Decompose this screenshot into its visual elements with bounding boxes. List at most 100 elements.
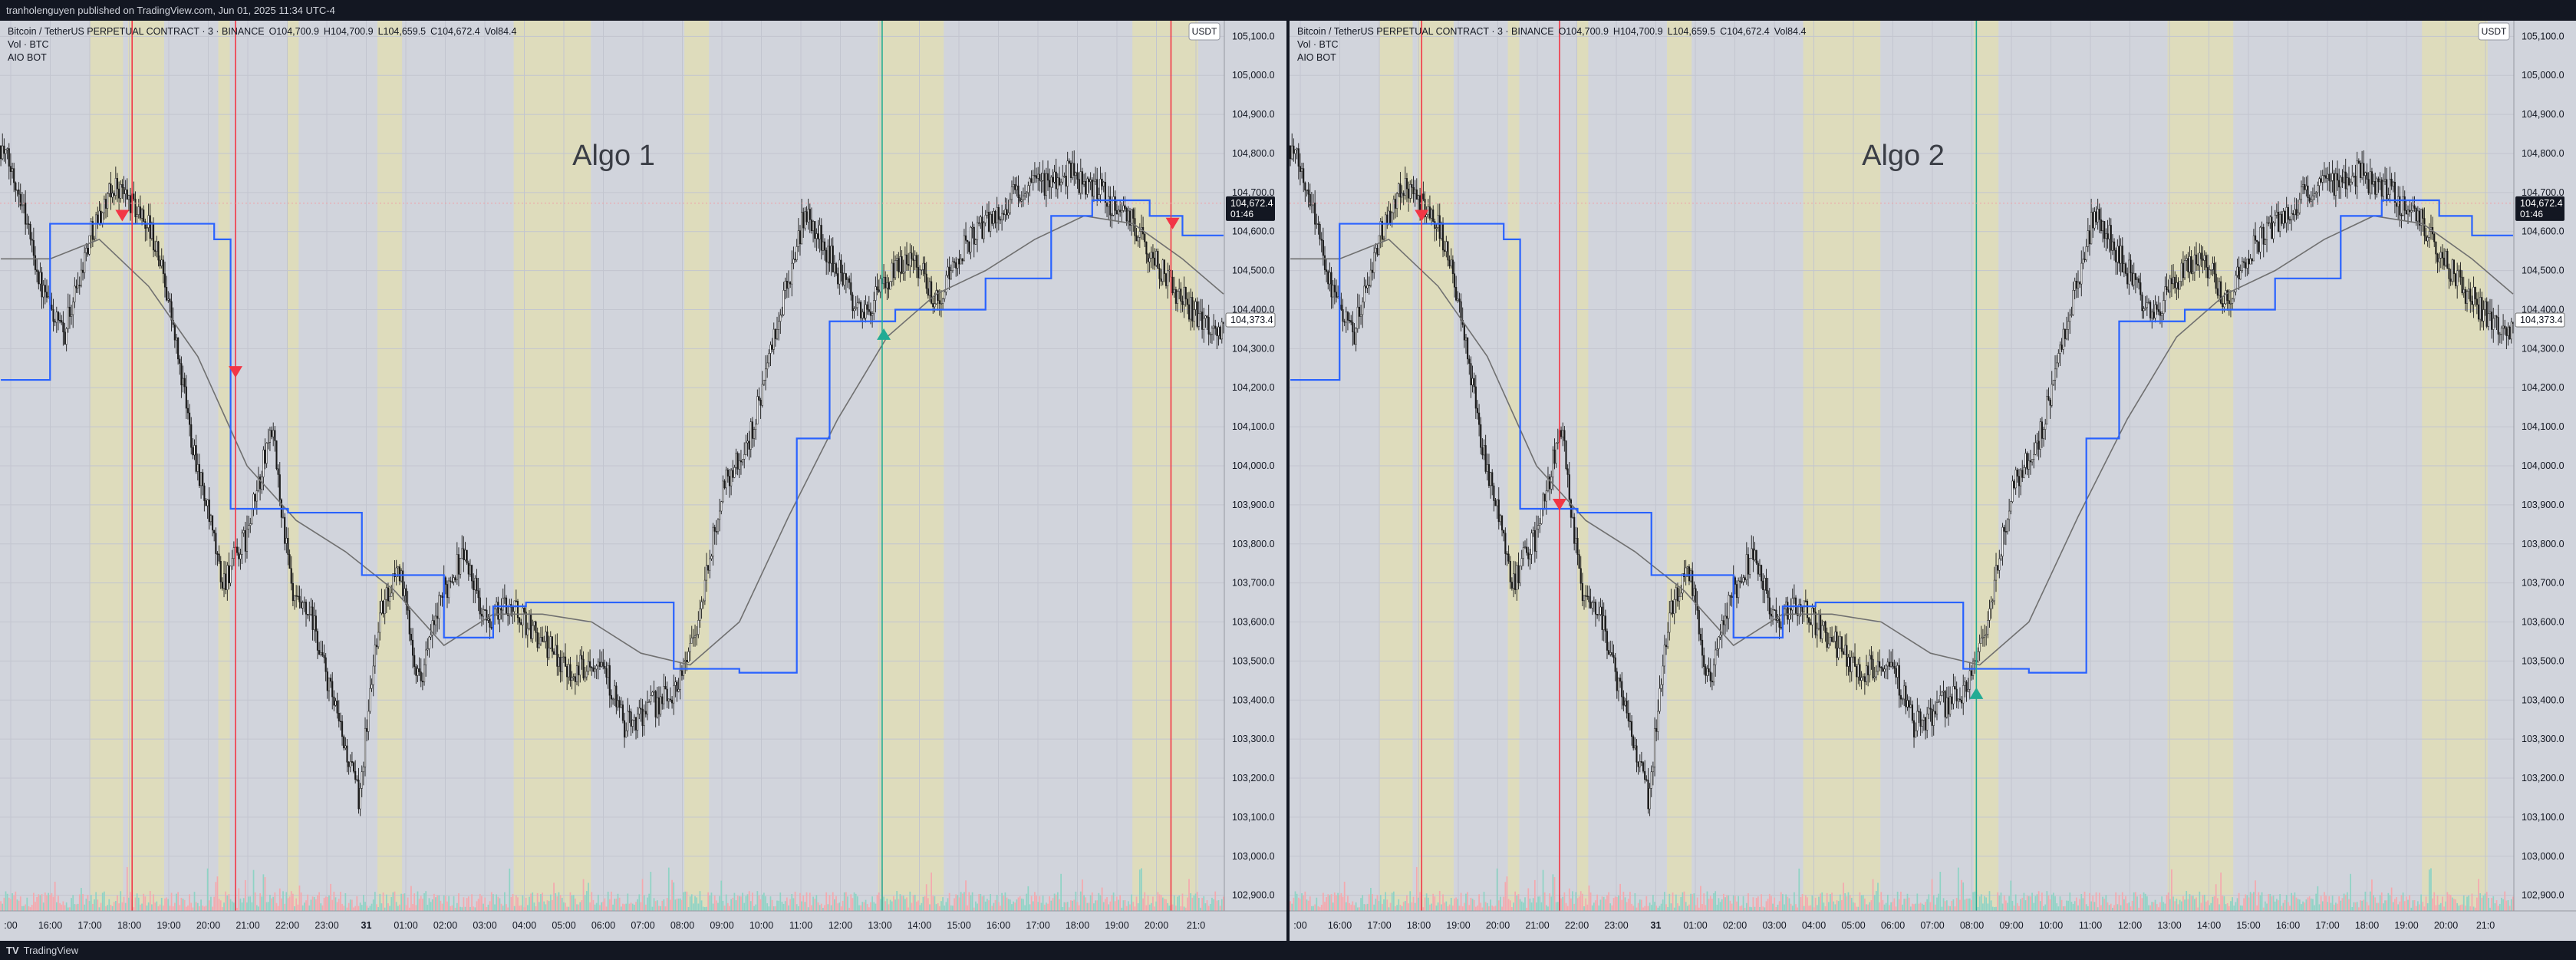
volume-bar [1026,893,1028,911]
candle-body [1491,472,1494,487]
volume-bar [1803,906,1805,911]
volume-bar [2105,895,2107,911]
volume-bar [2394,899,2396,911]
volume-bar [359,902,361,911]
volume-bar [1896,891,1899,911]
candle-body [2356,160,2358,187]
symbol-legend[interactable]: Bitcoin / TetherUS PERPETUAL CONTRACT · … [1297,26,1807,37]
price-tick-label: 102,900.0 [1232,890,1275,901]
chart-panel-algo-1[interactable]: Algo 1Bitcoin / TetherUS PERPETUAL CONTR… [0,21,1286,941]
volume-bar [1919,902,1922,911]
volume-bar [1626,902,1628,911]
volume-bar [490,892,492,911]
volume-bar [1063,902,1066,911]
volume-bar [1317,906,1319,911]
candle-body [1148,258,1151,262]
volume-bar [625,903,628,911]
time-tick-label: 10:00 [749,920,773,931]
candle-body [2215,273,2217,289]
candle-body [2064,328,2066,339]
volume-bar [2070,902,2073,911]
candle-body [1785,602,1787,609]
volume-bar [631,903,634,911]
indicator-bot-label[interactable]: AIO BOT [8,52,47,63]
indicator-vol-label[interactable]: Vol · BTC [8,39,49,50]
candle-body [2075,280,2077,289]
volume-bar [1425,893,1428,911]
indicator-bot-label[interactable]: AIO BOT [1297,52,1336,63]
candle-body [1867,665,1869,675]
volume-bar [1744,907,1746,911]
volume-bar [2485,892,2488,911]
candle-body [163,273,166,288]
candle-body [1194,301,1197,310]
volume-bar [914,894,916,911]
volume-bar [1675,894,1677,911]
volume-bar [1150,902,1152,911]
volume-bar [1213,899,1214,911]
time-axis[interactable]: :00 16:00 17:00 18:00 19:00 20:00 21:00 22:00 23… [1290,910,2576,941]
candle-body [830,246,832,264]
candle-body [1196,301,1198,327]
volume-bar [753,906,755,911]
volume-bar [2307,897,2309,911]
candle-body [2291,213,2293,220]
volume-bar [1155,901,1158,911]
candle-body [232,547,235,559]
candle-body [614,685,616,700]
price-axis[interactable]: 105,100.0105,000.0104,900.0104,800.0104,… [2513,21,2576,941]
volume-bar [2301,904,2302,911]
volume-bar [1516,895,1518,911]
volume-bar [1668,893,1671,911]
volume-bar [374,892,376,911]
volume-bar [1971,899,1972,911]
volume-bar [430,902,432,911]
price-axis[interactable]: 105,100.0105,000.0104,900.0104,800.0104,… [1224,21,1286,941]
volume-bar [95,892,97,911]
volume-bar [532,892,534,911]
candle-body [1173,289,1175,294]
candle-body [2304,184,2306,190]
chart-panel-algo-2[interactable]: Algo 2Bitcoin / TetherUS PERPETUAL CONTR… [1290,21,2576,941]
tradingview-logo-icon[interactable]: TV [6,941,19,960]
volume-bar [1588,885,1590,911]
candle-body [1768,597,1771,615]
candle-body [1035,175,1038,179]
candle-body [1680,592,1682,597]
volume-bar [336,902,338,911]
candle-body [552,651,555,655]
symbol-legend[interactable]: Bitcoin / TetherUS PERPETUAL CONTRACT · … [8,26,517,37]
candle-body [575,665,578,682]
volume-bar [1952,899,1955,911]
candle-body [1649,788,1651,810]
footer-brand[interactable]: TradingView [24,941,79,960]
volume-bar [1326,896,1328,911]
candle-body [2200,252,2202,259]
volume-bar [2492,896,2495,911]
candle-body [303,602,305,603]
candle-body [1493,485,1495,501]
time-axis[interactable]: :00 16:00 17:00 18:00 19:00 20:00 21:00 22:00 23… [0,910,1286,941]
candle-body [1676,587,1679,602]
candle-body [1735,584,1738,599]
candle-body [1636,745,1638,763]
candle-body [1703,655,1705,667]
volume-bar [35,902,36,911]
candle-body [497,602,499,620]
candle-body [1055,171,1057,190]
volume-bar [1372,894,1373,911]
volume-bar [1072,900,1073,911]
indicator-vol-label[interactable]: Vol · BTC [1297,39,1339,50]
volume-bar [2133,892,2135,911]
candle-body [1731,595,1733,598]
volume-bar [1997,892,1999,911]
candle-body [42,285,44,298]
candle-body [411,639,414,656]
time-tick-label: 08:00 [1960,920,1984,931]
candle-body [2380,180,2383,197]
candle-body [2133,273,2135,285]
candle-body [275,440,278,470]
volume-bar [702,906,704,911]
candle-body [2124,263,2127,274]
volume-bar [1715,891,1717,911]
